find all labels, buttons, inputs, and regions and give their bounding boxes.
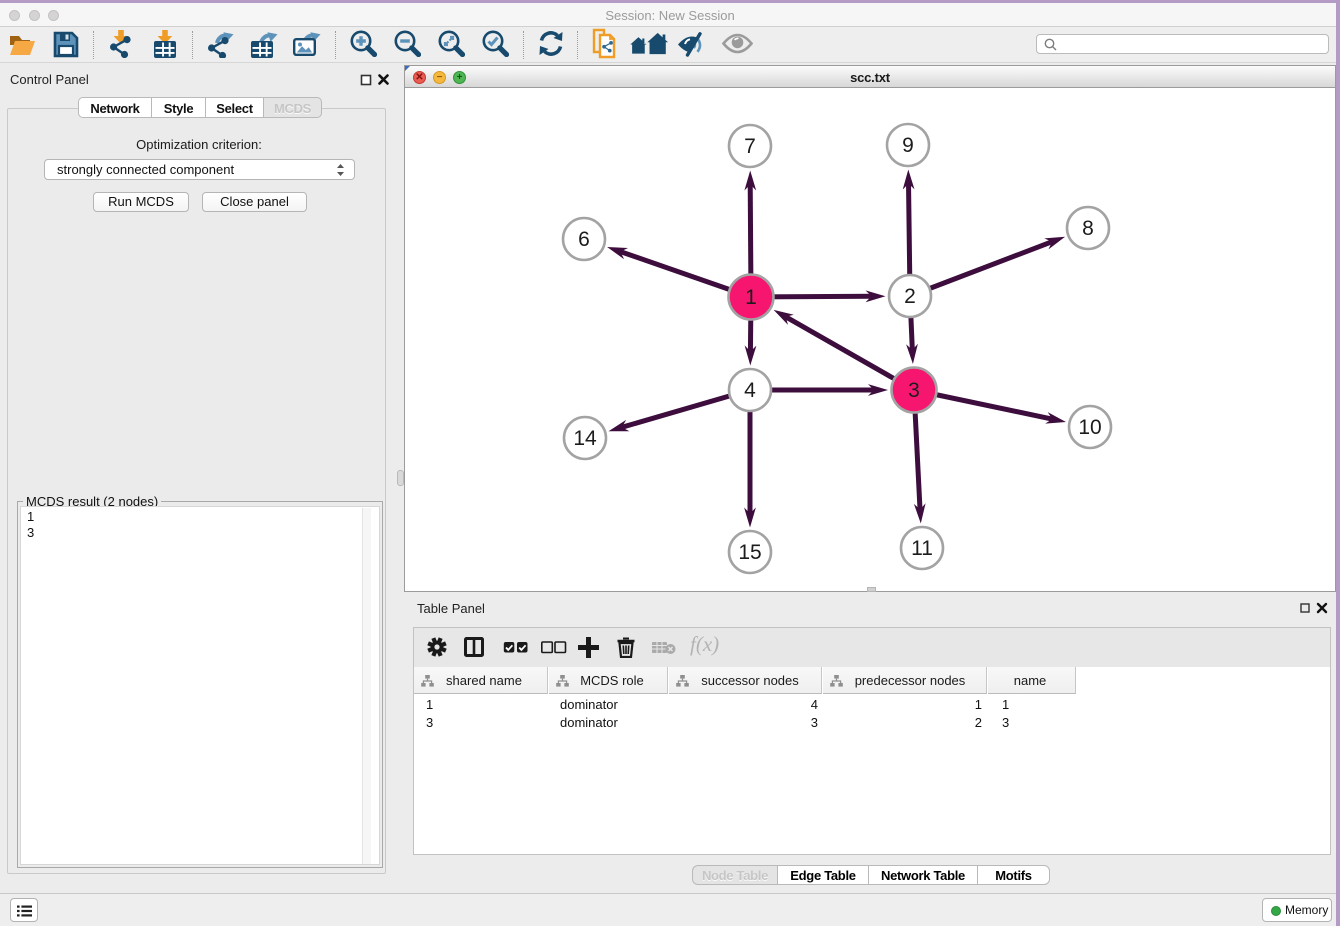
svg-text:10: 10 [1078, 416, 1101, 439]
svg-text:2: 2 [904, 285, 916, 308]
svg-text:6: 6 [578, 228, 590, 251]
svg-text:8: 8 [1082, 217, 1094, 240]
svg-text:1: 1 [745, 286, 757, 309]
svg-text:4: 4 [744, 379, 756, 402]
svg-text:14: 14 [573, 427, 597, 450]
svg-text:15: 15 [738, 541, 761, 564]
svg-text:11: 11 [911, 537, 933, 560]
svg-text:9: 9 [902, 134, 914, 157]
svg-text:3: 3 [908, 379, 920, 402]
svg-text:7: 7 [744, 135, 756, 158]
